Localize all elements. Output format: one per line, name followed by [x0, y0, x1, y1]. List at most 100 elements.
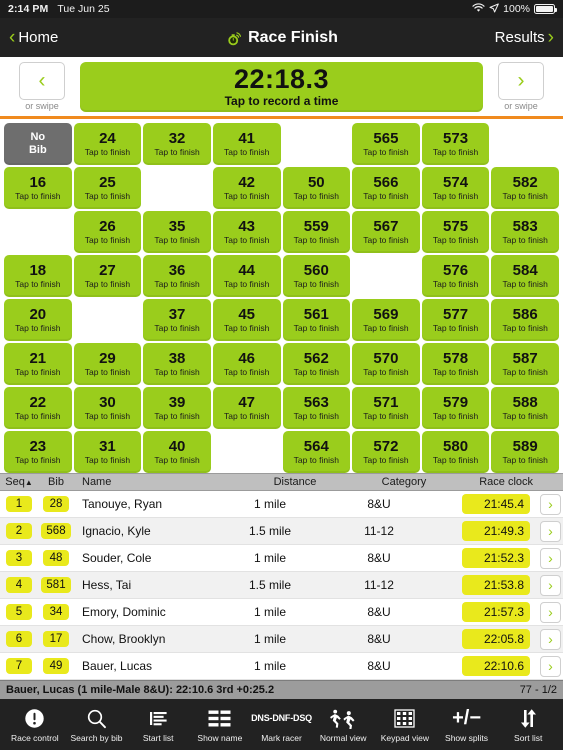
bib-tile[interactable]: 578 Tap to finish: [421, 343, 490, 385]
bib-tile[interactable]: 22 Tap to finish: [4, 387, 72, 429]
table-row[interactable]: 5 34 Emory, Dominic 1 mile 8&U 21:57.3 ›: [0, 599, 563, 626]
bib-tile[interactable]: 567 Tap to finish: [352, 211, 420, 253]
cell-detail-arrow[interactable]: ›: [538, 574, 563, 596]
bib-tile[interactable]: 587 Tap to finish: [491, 343, 559, 385]
table-row[interactable]: 3 48 Souder, Cole 1 mile 8&U 21:52.3 ›: [0, 545, 563, 572]
bib-tile-sublabel: Tap to finish: [154, 234, 200, 245]
toolbar-item-sort-list[interactable]: Sort list: [497, 707, 559, 743]
bib-tile[interactable]: 564 Tap to finish: [282, 431, 351, 473]
bib-tile[interactable]: 562 Tap to finish: [282, 343, 351, 385]
bib-tile-number: 38: [168, 350, 186, 368]
bib-tile[interactable]: 559 Tap to finish: [282, 211, 351, 253]
table-row[interactable]: 1 28 Tanouye, Ryan 1 mile 8&U 21:45.4 ›: [0, 491, 563, 518]
column-header-bib[interactable]: Bib: [38, 476, 74, 488]
bib-tile[interactable]: 582 Tap to finish: [491, 167, 559, 209]
results-forward-button[interactable]: Results ›: [495, 28, 554, 47]
bib-tile[interactable]: 29 Tap to finish: [73, 343, 142, 385]
bib-tile[interactable]: 566 Tap to finish: [352, 167, 420, 209]
bib-tile[interactable]: 583 Tap to finish: [491, 211, 559, 253]
bib-tile[interactable]: 570 Tap to finish: [352, 343, 420, 385]
toolbar-item-mark-racer[interactable]: DNS-DNF-DSQ Mark racer: [251, 707, 313, 743]
bib-tile[interactable]: 586 Tap to finish: [491, 299, 559, 341]
bib-tile[interactable]: 573 Tap to finish: [421, 123, 490, 165]
bib-tile[interactable]: 569 Tap to finish: [352, 299, 420, 341]
cell-detail-arrow[interactable]: ›: [538, 601, 563, 623]
bib-tile[interactable]: 35 Tap to finish: [143, 211, 211, 253]
bib-tile[interactable]: 41 Tap to finish: [212, 123, 281, 165]
next-button[interactable]: ›: [498, 62, 544, 100]
home-back-button[interactable]: ‹ Home: [9, 28, 58, 47]
table-row[interactable]: 7 49 Bauer, Lucas 1 mile 8&U 22:10.6 ›: [0, 653, 563, 680]
bib-tile[interactable]: 47 Tap to finish: [212, 387, 281, 429]
bib-tile[interactable]: 560 Tap to finish: [282, 255, 351, 297]
column-header-name[interactable]: Name: [74, 476, 241, 488]
bib-tile-number: 18: [29, 262, 47, 280]
bib-tile-number: 47: [238, 394, 256, 412]
record-time-button[interactable]: 22:18.3 Tap to record a time: [80, 61, 483, 112]
bib-tile[interactable]: 571 Tap to finish: [352, 387, 420, 429]
bib-tile[interactable]: 584 Tap to finish: [491, 255, 559, 297]
bib-tile[interactable]: 572 Tap to finish: [352, 431, 420, 473]
cell-detail-arrow[interactable]: ›: [538, 547, 563, 569]
toolbar-item-normal-view[interactable]: Normal view: [312, 707, 374, 743]
column-header-distance[interactable]: Distance: [241, 476, 349, 488]
bib-tile[interactable]: 39 Tap to finish: [143, 387, 211, 429]
bib-tile[interactable]: 21 Tap to finish: [4, 343, 72, 385]
bib-tile[interactable]: 588 Tap to finish: [491, 387, 559, 429]
bib-tile-no-bib[interactable]: No Bib: [4, 123, 72, 165]
toolbar-item-keypad-view[interactable]: Keypad view: [374, 707, 436, 743]
chevron-right-icon: ›: [540, 493, 561, 515]
bib-tile-sublabel: Tap to finish: [502, 322, 548, 333]
column-header-seq[interactable]: Seq▲: [0, 476, 38, 488]
bib-tile[interactable]: 43 Tap to finish: [212, 211, 281, 253]
bib-tile[interactable]: 576 Tap to finish: [421, 255, 490, 297]
toolbar-item-start-list[interactable]: Start list: [127, 707, 189, 743]
bib-tile[interactable]: 577 Tap to finish: [421, 299, 490, 341]
bib-tile[interactable]: 25 Tap to finish: [73, 167, 142, 209]
bib-tile[interactable]: 38 Tap to finish: [143, 343, 211, 385]
bib-tile[interactable]: 561 Tap to finish: [282, 299, 351, 341]
bib-tile[interactable]: 16 Tap to finish: [4, 167, 72, 209]
bib-tile[interactable]: 30 Tap to finish: [73, 387, 142, 429]
bib-tile[interactable]: 40 Tap to finish: [143, 431, 211, 473]
bib-tile[interactable]: 565 Tap to finish: [352, 123, 420, 165]
bib-tile[interactable]: 589 Tap to finish: [491, 431, 559, 473]
bib-tile[interactable]: 32 Tap to finish: [143, 123, 211, 165]
bib-tile[interactable]: 26 Tap to finish: [73, 211, 142, 253]
bib-tile[interactable]: 27 Tap to finish: [73, 255, 142, 297]
bib-tile[interactable]: 31 Tap to finish: [73, 431, 142, 473]
bib-pill: 49: [43, 658, 69, 674]
toolbar-item-search-by-bib[interactable]: Search by bib: [66, 707, 128, 743]
bib-tile[interactable]: 46 Tap to finish: [212, 343, 281, 385]
bib-tile[interactable]: 24 Tap to finish: [73, 123, 142, 165]
bib-tile[interactable]: 580 Tap to finish: [421, 431, 490, 473]
bib-tile[interactable]: 37 Tap to finish: [143, 299, 211, 341]
cell-detail-arrow[interactable]: ›: [538, 655, 563, 677]
toolbar-item-show-splits[interactable]: +/− Show splits: [436, 707, 498, 743]
cell-detail-arrow[interactable]: ›: [538, 493, 563, 515]
toolbar-item-race-control[interactable]: Race control: [4, 707, 66, 743]
bib-tile[interactable]: 579 Tap to finish: [421, 387, 490, 429]
cell-detail-arrow[interactable]: ›: [538, 520, 563, 542]
previous-button[interactable]: ‹: [19, 62, 65, 100]
bib-tile[interactable]: 563 Tap to finish: [282, 387, 351, 429]
bib-tile[interactable]: 23 Tap to finish: [4, 431, 72, 473]
results-table-header: Seq▲ Bib Name Distance Category Race clo…: [0, 473, 563, 491]
bib-tile[interactable]: 20 Tap to finish: [4, 299, 72, 341]
bib-tile[interactable]: 44 Tap to finish: [212, 255, 281, 297]
bib-tile[interactable]: 574 Tap to finish: [421, 167, 490, 209]
table-row[interactable]: 4 581 Hess, Tai 1.5 mile 11-12 21:53.8 ›: [0, 572, 563, 599]
bib-tile[interactable]: 18 Tap to finish: [4, 255, 72, 297]
bib-tile[interactable]: 575 Tap to finish: [421, 211, 490, 253]
bib-tile[interactable]: 50 Tap to finish: [282, 167, 351, 209]
toolbar-item-show-name[interactable]: Show name: [189, 707, 251, 743]
bib-tile[interactable]: 42 Tap to finish: [212, 167, 281, 209]
column-header-race-clock[interactable]: Race clock: [459, 476, 563, 488]
column-header-category[interactable]: Category: [349, 476, 459, 488]
bib-tile[interactable]: 36 Tap to finish: [143, 255, 211, 297]
table-row[interactable]: 2 568 Ignacio, Kyle 1.5 mile 11-12 21:49.3 ›: [0, 518, 563, 545]
cell-category: 8&U: [367, 605, 391, 619]
bib-tile[interactable]: 45 Tap to finish: [212, 299, 281, 341]
cell-detail-arrow[interactable]: ›: [538, 628, 563, 650]
table-row[interactable]: 6 17 Chow, Brooklyn 1 mile 8&U 22:05.8 ›: [0, 626, 563, 653]
